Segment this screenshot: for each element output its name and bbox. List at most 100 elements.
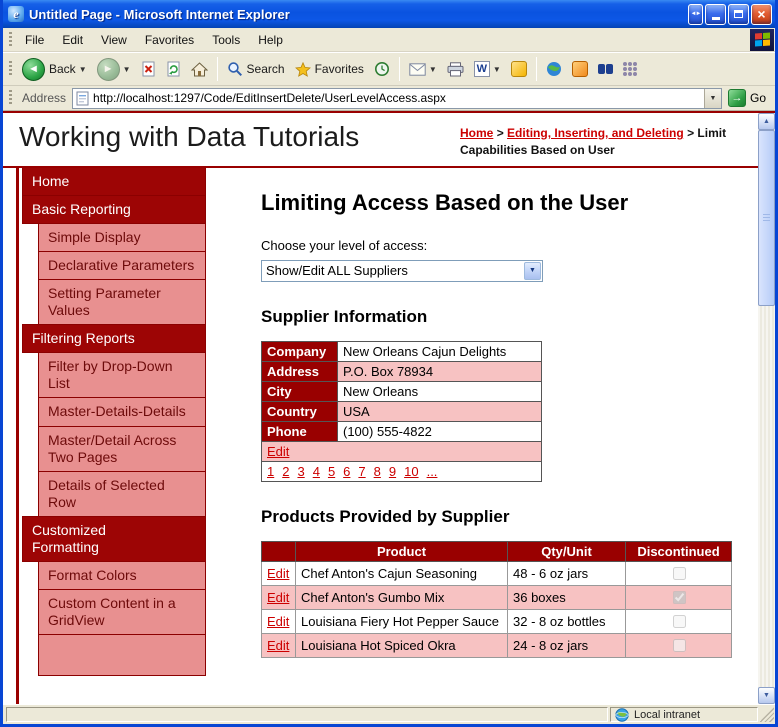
maximize-button[interactable] (728, 3, 749, 25)
grid-row: Edit Louisiana Fiery Hot Pepper Sauce 32… (261, 608, 732, 634)
refresh-button[interactable] (162, 59, 185, 79)
sidebar-item-home[interactable]: Home (22, 167, 206, 196)
menu-tools[interactable]: Tools (203, 30, 249, 50)
product-edit-link[interactable]: Edit (267, 590, 289, 605)
messenger-button[interactable] (507, 59, 531, 79)
pager-link-more[interactable]: ... (427, 464, 438, 479)
qty-cell: 24 - 8 oz jars (507, 632, 626, 658)
product-edit-link[interactable]: Edit (267, 614, 289, 629)
sidebar-item-master-details-details[interactable]: Master-Details-Details (38, 397, 206, 427)
pager-link-7[interactable]: 7 (358, 464, 365, 479)
menu-edit[interactable]: Edit (53, 30, 92, 50)
access-level-select[interactable]: Show/Edit ALL Suppliers ▼ (261, 259, 543, 282)
product-column-header: Product (295, 540, 508, 562)
address-input[interactable]: http://localhost:1297/Code/EditInsertDel… (72, 87, 722, 109)
sidebar-item-details-of-selected-row[interactable]: Details of Selected Row (38, 470, 206, 517)
sidebar-item-filtering-reports[interactable]: Filtering Reports (22, 324, 206, 354)
favorites-star-icon (294, 61, 311, 77)
forward-button[interactable]: ► ▼ (93, 56, 135, 83)
table-row: Company New Orleans Cajun Delights (261, 340, 542, 362)
sidebar-item-basic-reporting[interactable]: Basic Reporting (22, 194, 206, 224)
pager-link-3[interactable]: 3 (297, 464, 304, 479)
pager-link-1[interactable]: 1 (267, 464, 274, 479)
pager-link-5[interactable]: 5 (328, 464, 335, 479)
menu-file[interactable]: File (16, 30, 53, 50)
pager-link-4[interactable]: 4 (313, 464, 320, 479)
qty-cell: 36 boxes (507, 584, 626, 610)
product-edit-link[interactable]: Edit (267, 566, 289, 581)
resize-grip[interactable] (760, 707, 774, 722)
minimize-button[interactable] (705, 3, 726, 25)
menu-favorites[interactable]: Favorites (136, 30, 203, 50)
sidebar-item-setting-parameter-values[interactable]: Setting Parameter Values (38, 279, 206, 326)
go-button[interactable]: → Go (726, 88, 771, 108)
pager-link-2[interactable]: 2 (282, 464, 289, 479)
sidebar-item-master-detail-across-two-pages[interactable]: Master/Detail Across Two Pages (38, 425, 206, 472)
addon-grid-button[interactable] (619, 60, 641, 78)
web-page: Working with Data Tutorials Home > Editi… (3, 113, 758, 704)
breadcrumb-home-link[interactable]: Home (460, 126, 493, 140)
minimize-icon (711, 16, 720, 20)
sidebar-item-declarative-parameters[interactable]: Declarative Parameters (38, 251, 206, 281)
pager-link-10[interactable]: 10 (404, 464, 418, 479)
pager-link-9[interactable]: 9 (389, 464, 396, 479)
product-name-cell: Chef Anton's Cajun Seasoning (295, 560, 508, 586)
pager-link-6[interactable]: 6 (343, 464, 350, 479)
search-button[interactable]: Search (223, 59, 289, 79)
sidebar-item-filter-by-dropdown-list[interactable]: Filter by Drop-Down List (38, 352, 206, 399)
pager-link-8[interactable]: 8 (374, 464, 381, 479)
zone-globe-icon (615, 707, 629, 722)
browser-viewport: Working with Data Tutorials Home > Editi… (3, 111, 775, 704)
scroll-up-button[interactable]: ▲ (758, 113, 775, 130)
addressbar-grip-handle[interactable] (9, 90, 12, 106)
supplier-details-table: Company New Orleans Cajun Delights Addre… (261, 340, 542, 482)
addon-globe-button[interactable] (542, 59, 566, 79)
discontinued-checkbox[interactable] (672, 638, 686, 652)
scrollbar-track[interactable] (758, 130, 775, 687)
select-dropdown-icon[interactable]: ▼ (524, 261, 541, 280)
addon-highlight-button[interactable] (568, 59, 592, 79)
titlebar[interactable]: e Untitled Page - Microsoft Internet Exp… (3, 0, 775, 28)
stop-icon (142, 61, 155, 77)
menu-bar: File Edit View Favorites Tools Help (3, 28, 775, 52)
edit-with-word-button[interactable]: W ▼ (470, 59, 505, 79)
menubar-grip-handle[interactable] (9, 31, 12, 48)
stop-button[interactable] (137, 59, 160, 79)
go-label: Go (749, 91, 766, 105)
sidebar-item-partial[interactable] (38, 634, 206, 677)
sidebar-item-format-colors[interactable]: Format Colors (38, 561, 206, 591)
close-button[interactable]: × (751, 3, 772, 25)
window-title: Untitled Page - Microsoft Internet Explo… (29, 6, 290, 22)
discontinued-checkbox[interactable] (672, 566, 686, 580)
sidebar-item-simple-display[interactable]: Simple Display (38, 222, 206, 253)
back-button[interactable]: ◄ Back ▼ (18, 56, 91, 83)
scroll-down-button[interactable]: ▼ (758, 687, 775, 704)
address-dropdown-button[interactable]: ▼ (703, 88, 721, 108)
supplier-edit-link[interactable]: Edit (267, 444, 289, 459)
print-button[interactable] (443, 60, 468, 79)
addon-binoculars-button[interactable] (594, 62, 617, 76)
vertical-scrollbar[interactable]: ▲ ▼ (758, 113, 775, 704)
table-row: City New Orleans (261, 380, 542, 402)
history-button[interactable] (370, 59, 394, 79)
favorites-button[interactable]: Favorites (291, 60, 368, 79)
scrollbar-thumb[interactable] (758, 130, 775, 306)
menu-view[interactable]: View (92, 30, 136, 50)
sidebar-item-custom-content-gridview[interactable]: Custom Content in a GridView (38, 589, 206, 636)
product-edit-link[interactable]: Edit (267, 638, 289, 653)
discontinued-checkbox[interactable] (672, 590, 686, 604)
product-name-cell: Louisiana Hot Spiced Okra (295, 632, 508, 658)
breadcrumb-section-link[interactable]: Editing, Inserting, and Deleting (507, 126, 684, 140)
products-grid: Product Qty/Unit Discontinued Edit Chef … (261, 540, 732, 658)
titlebar-extra-button[interactable]: ◄► (688, 3, 703, 25)
home-button[interactable] (187, 60, 212, 79)
product-name-cell: Louisiana Fiery Hot Pepper Sauce (295, 608, 508, 634)
menu-help[interactable]: Help (249, 30, 292, 50)
page-body: Home Basic Reporting Simple Display Decl… (3, 167, 758, 704)
toolbar-grip-handle[interactable] (9, 61, 12, 77)
grid-row: Edit Chef Anton's Cajun Seasoning 48 - 6… (261, 560, 732, 586)
sidebar-item-customized-formatting[interactable]: Customized Formatting (22, 515, 206, 563)
discontinued-checkbox[interactable] (672, 614, 686, 628)
access-level-selected-value: Show/Edit ALL Suppliers (266, 263, 408, 279)
mail-button[interactable]: ▼ (405, 61, 441, 78)
